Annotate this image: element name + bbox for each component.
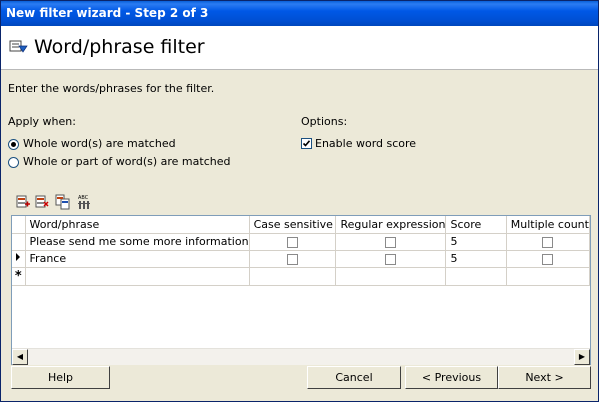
enable-word-score-label[interactable]: Enable word score (315, 137, 416, 150)
new-row-cell[interactable] (249, 267, 337, 286)
case-sensitive-checkbox[interactable] (287, 236, 299, 248)
svg-text:ABC: ABC (78, 195, 89, 201)
regex-checkbox[interactable] (385, 236, 397, 248)
delete-row-icon[interactable] (33, 193, 51, 211)
cell-word[interactable]: Please send me some more information (25, 233, 250, 251)
cancel-button[interactable]: Cancel (307, 366, 401, 389)
cell-score[interactable]: 5 (445, 250, 507, 268)
column-header-score[interactable]: Score (445, 216, 507, 234)
regex-checkbox[interactable] (385, 253, 397, 265)
case-sensitive-checkbox[interactable] (287, 253, 299, 265)
grid-table: Word/phrase Case sensitive Regular expre… (12, 216, 590, 286)
new-row[interactable]: * (12, 267, 590, 286)
new-row-indicator[interactable]: * (12, 267, 26, 286)
new-row-cell[interactable] (445, 267, 507, 286)
column-header-multiple-count[interactable]: Multiple count (506, 216, 590, 234)
wizard-body: Enter the words/phrases for the filter. … (1, 70, 598, 401)
cell-regex[interactable] (335, 250, 447, 268)
cell-case-sensitive[interactable] (249, 250, 337, 268)
instructions-text: Enter the words/phrases for the filter. (8, 82, 215, 95)
radio-whole-or-part[interactable] (8, 157, 19, 168)
multiple-count-checkbox[interactable] (542, 253, 554, 265)
title-bar: New filter wizard - Step 2 of 3 (1, 1, 598, 26)
enable-word-score-checkbox[interactable] (301, 138, 312, 149)
filter-wizard-icon (9, 38, 29, 56)
word-phrase-grid: Word/phrase Case sensitive Regular expre… (11, 215, 591, 365)
current-row-indicator[interactable] (12, 250, 26, 268)
scroll-left-icon[interactable]: ◀ (12, 349, 28, 365)
page-title: Word/phrase filter (34, 36, 205, 58)
previous-button[interactable]: < Previous (405, 366, 498, 389)
column-header-regex[interactable]: Regular expression (335, 216, 447, 234)
cell-multiple-count[interactable] (506, 233, 590, 251)
wizard-window: New filter wizard - Step 2 of 3 Word/phr… (0, 0, 599, 402)
row-selector-header (12, 216, 26, 234)
new-row-cell[interactable] (25, 267, 250, 286)
apply-when-label: Apply when: (8, 115, 76, 128)
multiple-count-checkbox[interactable] (542, 236, 554, 248)
cell-multiple-count[interactable] (506, 250, 590, 268)
options-label: Options: (301, 115, 348, 128)
window-title: New filter wizard - Step 2 of 3 (6, 6, 209, 20)
horizontal-scrollbar[interactable]: ◀ ▶ (12, 348, 590, 365)
table-row[interactable]: Please send me some more information 5 (12, 233, 590, 251)
column-header-case-sensitive[interactable]: Case sensitive (249, 216, 337, 234)
copy-row-icon[interactable] (54, 193, 72, 211)
cell-score[interactable]: 5 (445, 233, 507, 251)
spellcheck-icon[interactable]: ABC (75, 193, 93, 211)
add-row-icon[interactable] (14, 193, 32, 211)
current-row-arrow-icon (15, 253, 21, 264)
radio-whole-or-part-label[interactable]: Whole or part of word(s) are matched (23, 155, 230, 168)
radio-whole-word[interactable] (8, 139, 19, 150)
help-button[interactable]: Help (11, 366, 110, 389)
table-row[interactable]: France 5 (12, 250, 590, 268)
new-row-cell[interactable] (506, 267, 590, 286)
wizard-header: Word/phrase filter (1, 26, 598, 70)
cell-regex[interactable] (335, 233, 447, 251)
next-button[interactable]: Next > (498, 366, 591, 389)
cell-case-sensitive[interactable] (249, 233, 337, 251)
grid-header-row: Word/phrase Case sensitive Regular expre… (12, 216, 590, 234)
scroll-right-icon[interactable]: ▶ (574, 349, 590, 365)
new-row-cell[interactable] (335, 267, 447, 286)
column-header-word[interactable]: Word/phrase (25, 216, 250, 234)
row-selector[interactable] (12, 233, 26, 251)
radio-whole-word-label[interactable]: Whole word(s) are matched (23, 137, 176, 150)
cell-word[interactable]: France (25, 250, 250, 268)
new-row-asterisk-icon: * (14, 268, 22, 284)
